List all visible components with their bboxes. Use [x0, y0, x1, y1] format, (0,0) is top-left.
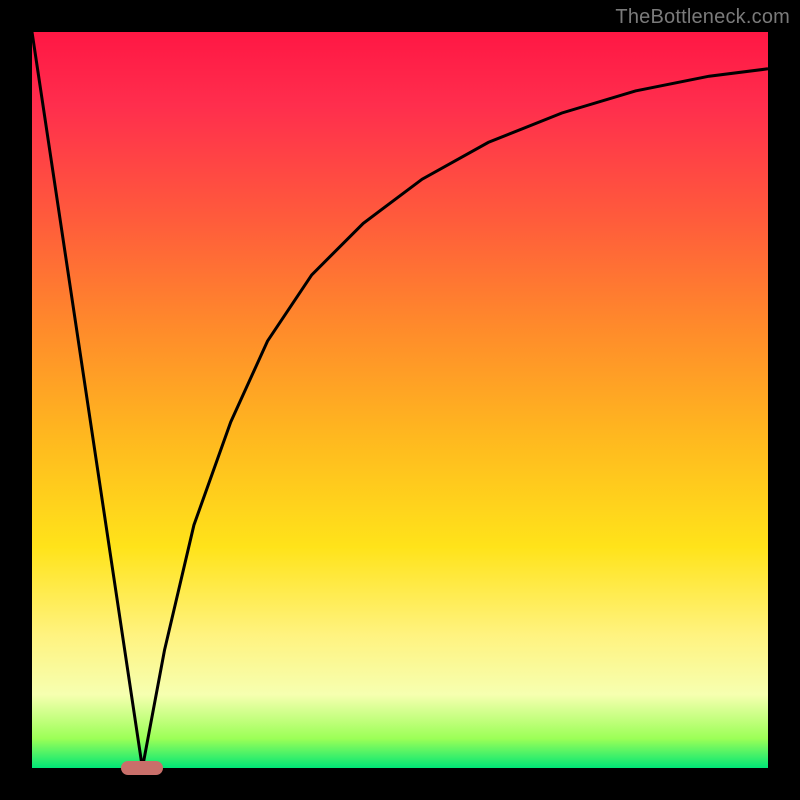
curve-left-branch [32, 32, 142, 768]
watermark-text: TheBottleneck.com [615, 6, 790, 29]
curve-layer [32, 32, 768, 768]
vertex-marker [121, 761, 163, 775]
chart-frame: TheBottleneck.com [0, 0, 800, 800]
curve-right-branch [142, 69, 768, 768]
plot-area [32, 32, 768, 768]
